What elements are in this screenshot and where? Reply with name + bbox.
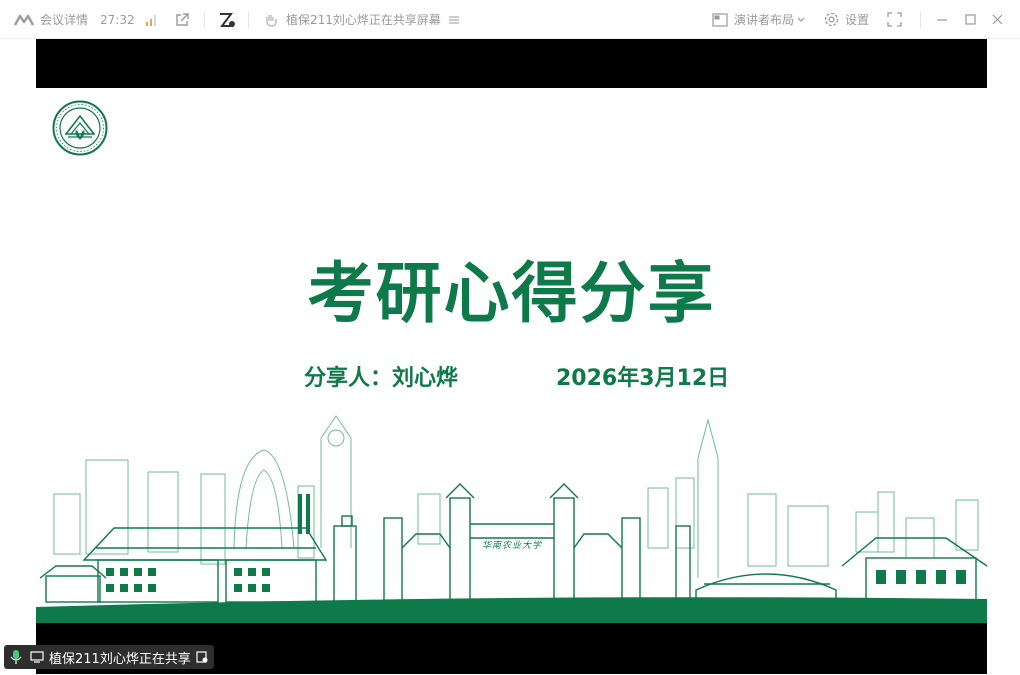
- meeting-toolbar: 会议详情 27:32 植保211刘心烨正在共享屏幕 演讲者布局 设置: [0, 0, 1020, 39]
- annotation-icon: [196, 651, 208, 663]
- pop-out-icon[interactable]: [174, 0, 190, 39]
- chevron-down-icon: [797, 17, 805, 22]
- screen-share-icon: [30, 651, 44, 663]
- fullscreen-icon[interactable]: [887, 0, 902, 39]
- menu-lines-icon: [448, 16, 459, 23]
- presenter-layout-button[interactable]: 演讲者布局: [712, 0, 805, 39]
- hand-icon: [266, 14, 277, 27]
- microphone-icon: [10, 650, 22, 664]
- maximize-icon[interactable]: [965, 0, 976, 39]
- divider: [248, 12, 249, 28]
- presenter-name: 分享人：刘心烨: [304, 366, 459, 391]
- university-emblem-icon: [52, 100, 108, 156]
- gate-inscription: 华南农业大学: [481, 541, 542, 551]
- campus-skyline-illustration: [36, 415, 987, 623]
- settings-button[interactable]: 设置: [823, 0, 869, 39]
- meeting-details-button[interactable]: 会议详情: [14, 0, 88, 39]
- divider: [204, 12, 205, 28]
- sharer-status-label: 植保211刘心烨正在共享屏幕: [286, 13, 441, 27]
- meeting-details-label: 会议详情: [40, 13, 89, 27]
- settings-label: 设置: [845, 13, 870, 27]
- presentation-date: 2026年3月12日: [556, 366, 730, 391]
- elapsed-time: 27:32: [100, 12, 135, 27]
- presenter-layout-label: 演讲者布局: [734, 13, 795, 27]
- annotate-icon[interactable]: [218, 0, 236, 39]
- minimize-icon[interactable]: [936, 0, 948, 39]
- share-status-label: 植保211刘心烨正在共享: [49, 651, 191, 667]
- share-status-badge[interactable]: 植保211刘心烨正在共享: [4, 645, 214, 669]
- slide-title: 考研心得分享: [307, 255, 716, 332]
- layout-icon: [712, 12, 728, 27]
- close-icon[interactable]: [992, 0, 1003, 39]
- divider: [920, 12, 921, 28]
- gear-icon: [824, 12, 839, 27]
- presentation-slide: 考研心得分享 分享人：刘心烨 2026年3月12日 华南农业大学: [36, 88, 987, 623]
- signal-icon[interactable]: [144, 0, 158, 39]
- app-logo-icon: [14, 14, 35, 26]
- sharer-status[interactable]: 植保211刘心烨正在共享屏幕: [264, 0, 459, 39]
